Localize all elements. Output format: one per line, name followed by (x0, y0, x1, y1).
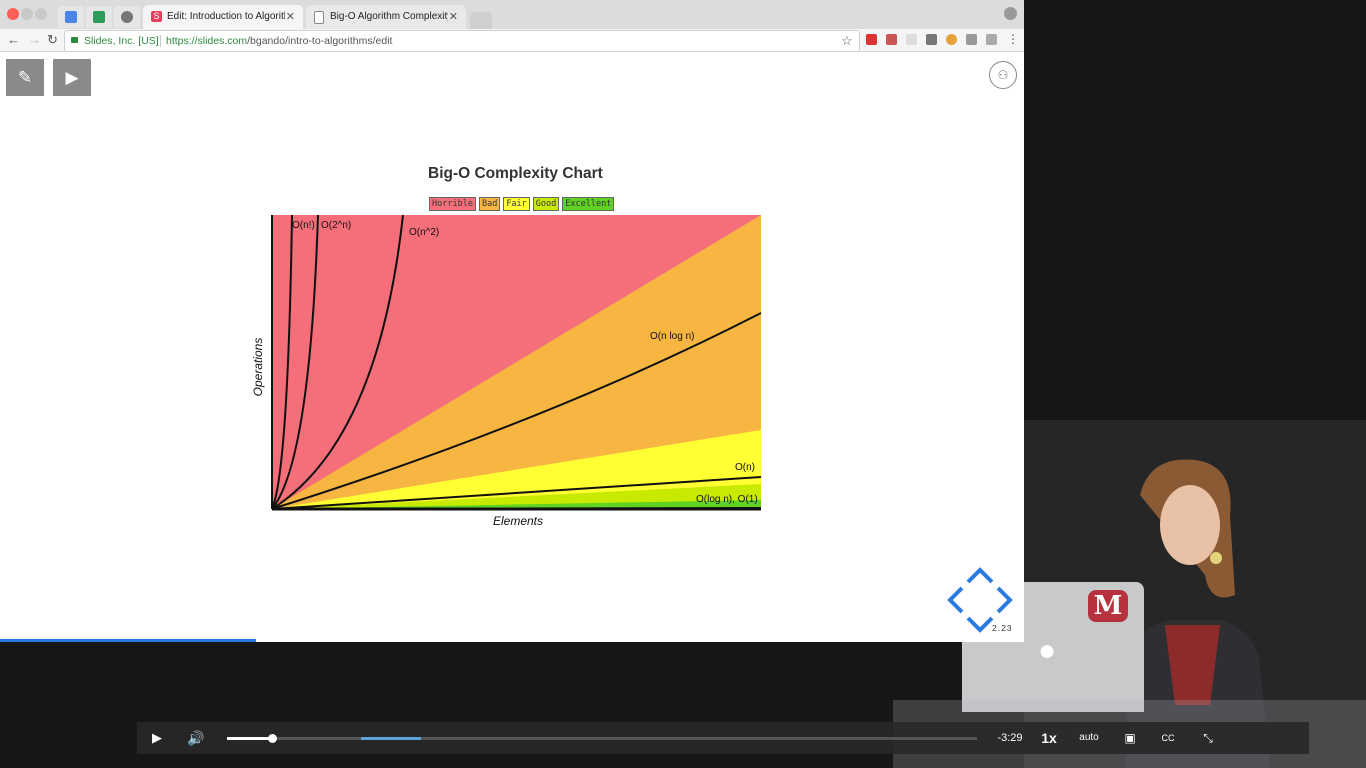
scrub-buffered (361, 737, 421, 740)
picture-in-picture-icon[interactable]: ▣ (1121, 722, 1139, 754)
extension-icon[interactable] (966, 34, 977, 45)
legend-bad: Bad (478, 197, 501, 211)
pinned-tab-settings[interactable] (114, 6, 140, 28)
bookmark-star-icon[interactable]: ☆ (841, 31, 853, 51)
extension-icon[interactable] (886, 34, 897, 45)
reload-icon[interactable]: ↻ (47, 32, 58, 48)
legend-excellent: Excellent (562, 197, 615, 211)
nav-right-icon[interactable] (996, 586, 1013, 614)
extension-icon[interactable] (986, 34, 997, 45)
pinned-tab-docs[interactable] (58, 6, 84, 28)
secure-site-label: Slides, Inc. [US] (84, 35, 159, 47)
gear-icon (121, 11, 133, 23)
slides-favicon-icon: S (151, 11, 162, 22)
label-quadratic: O(n^2) (409, 227, 439, 238)
x-axis-label: Elements (493, 514, 543, 528)
exit-fullscreen-icon[interactable]: ⤡ (1199, 722, 1217, 754)
slide-page-number: 2.23 (992, 623, 1013, 633)
label-factorial: O(n!) (292, 220, 315, 231)
zoom-window-button[interactable] (35, 8, 47, 20)
time-remaining: -3:29 (997, 732, 1023, 744)
tab-bar: S Edit: Introduction to Algorithms ✕ Big… (0, 0, 1024, 30)
extension-icon[interactable] (926, 34, 937, 45)
close-tab-icon[interactable]: ✕ (286, 10, 295, 23)
masters-logo-sticker: M (1088, 590, 1128, 622)
pinned-tab-sheets[interactable] (86, 6, 112, 28)
scrub-handle[interactable] (268, 734, 277, 743)
video-controls: ▶ 🔊 -3:29 1x auto ▣ CC ⤡ (137, 722, 1309, 754)
legend-good: Good (532, 197, 560, 211)
label-linear: O(n) (735, 462, 755, 473)
label-log-constant: O(log n), O(1) (696, 494, 758, 505)
captions-icon[interactable]: CC (1159, 722, 1177, 754)
back-icon[interactable]: ← (7, 32, 20, 48)
tab-label: Edit: Introduction to Algorithms (167, 11, 285, 22)
doc-icon (314, 11, 324, 24)
label-exponential: O(2^n) (321, 220, 351, 231)
lock-icon (71, 37, 78, 43)
extension-icon[interactable] (866, 34, 877, 45)
y-axis-label: Operations (251, 338, 265, 397)
browser-window: S Edit: Introduction to Algorithms ✕ Big… (0, 0, 1024, 642)
divider (160, 35, 161, 47)
extension-icon[interactable] (946, 34, 957, 45)
tab-slides-edit[interactable]: S Edit: Introduction to Algorithms ✕ (143, 5, 303, 29)
volume-icon[interactable]: 🔊 (185, 722, 207, 754)
scrub-bar[interactable] (227, 734, 977, 743)
chart-title: Big-O Complexity Chart (428, 165, 603, 182)
address-bar[interactable]: Slides, Inc. [US] https://slides.com/bga… (64, 30, 860, 52)
browser-menu-icon[interactable]: ⋮ (1007, 32, 1019, 46)
nav-down-icon[interactable] (966, 616, 994, 633)
close-tab-icon[interactable]: ✕ (449, 10, 458, 23)
sheets-icon (93, 11, 105, 23)
apple-icon: ● (1038, 634, 1057, 667)
label-nlogn: O(n log n) (650, 331, 694, 342)
slide-progress-bar (0, 639, 256, 642)
complexity-chart: O(n!) O(2^n) O(n^2) O(n log n) O(n) O(lo… (251, 214, 762, 528)
scrub-played (227, 737, 272, 740)
nav-left-icon[interactable] (947, 586, 964, 614)
docs-icon (65, 11, 77, 23)
legend-horrible: Horrible (429, 197, 476, 211)
edit-pencil-button[interactable]: ✎ (6, 59, 44, 96)
chart-legend: Horrible Bad Fair Good Excellent (429, 197, 615, 211)
quality-button[interactable]: auto (1075, 722, 1103, 754)
extension-icon[interactable] (906, 34, 917, 45)
playback-speed-button[interactable]: 1x (1037, 722, 1061, 754)
browser-toolbar: ← → ↻ Slides, Inc. [US] https://slides.c… (0, 29, 1024, 52)
present-play-button[interactable]: ▶ (53, 59, 91, 96)
url-text: https://slides.com/bgando/intro-to-algor… (166, 35, 393, 47)
tab-bigo-cheatsheet[interactable]: Big-O Algorithm Complexity C ✕ (306, 5, 466, 29)
new-tab-button[interactable] (470, 12, 492, 29)
play-button[interactable]: ▶ (147, 722, 167, 754)
forward-icon[interactable]: → (28, 32, 41, 48)
legend-fair: Fair (503, 197, 530, 211)
minimize-window-button[interactable] (21, 8, 33, 20)
close-window-button[interactable] (7, 8, 19, 20)
collaborators-icon[interactable]: ⚇ (989, 61, 1017, 89)
profile-icon[interactable] (1004, 7, 1017, 20)
slide-canvas: ✎ ▶ ⚇ Big-O Complexity Chart Horrible Ba… (0, 52, 1024, 640)
tab-label: Big-O Algorithm Complexity C (330, 11, 448, 22)
nav-up-icon[interactable] (966, 567, 994, 584)
